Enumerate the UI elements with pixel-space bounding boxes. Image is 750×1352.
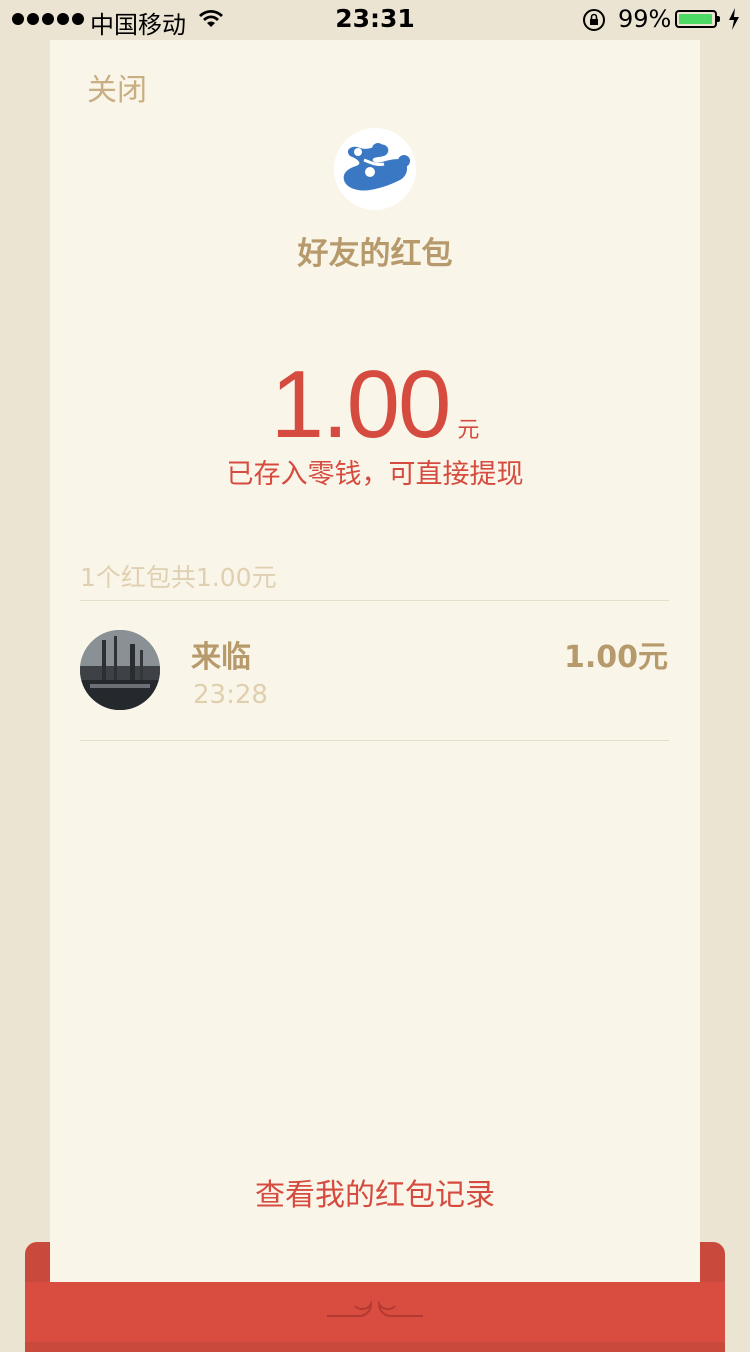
- charging-icon: [729, 8, 739, 30]
- received-time: 23:28: [193, 680, 268, 710]
- divider: [80, 600, 669, 601]
- packet-amount: 1.00 元: [50, 350, 700, 460]
- packet-title: 好友的红包: [297, 236, 453, 272]
- packet-summary: 1个红包共1.00元: [80, 563, 277, 592]
- recipient-photo: [80, 630, 160, 710]
- red-packet-detail-card: 关闭 好友的红包 1.00 元 已存入零钱，可直接提现 1个红包共1.00元 来…: [50, 40, 700, 1282]
- amount-unit: 元: [457, 418, 480, 443]
- status-bar: 中国移动 23:31 99%: [0, 0, 750, 40]
- rotation-lock-icon: [583, 9, 605, 31]
- envelope-seal-icon: [327, 1300, 423, 1317]
- sender-avatar: [334, 128, 416, 210]
- divider: [80, 740, 669, 741]
- recipient-avatar: [80, 630, 160, 710]
- deposit-note-link[interactable]: 已存入零钱，可直接提现: [50, 452, 700, 491]
- view-history-button[interactable]: 查看我的红包记录: [50, 1170, 700, 1214]
- battery-icon: [675, 10, 720, 28]
- sender-logo-icon: [343, 143, 410, 191]
- battery-percentage: 99%: [618, 5, 672, 33]
- received-amount: 1.00元: [563, 640, 668, 675]
- close-button[interactable]: 关闭: [87, 65, 147, 109]
- recipient-name: 来临: [191, 640, 251, 675]
- amount-value: 1.00: [270, 351, 452, 458]
